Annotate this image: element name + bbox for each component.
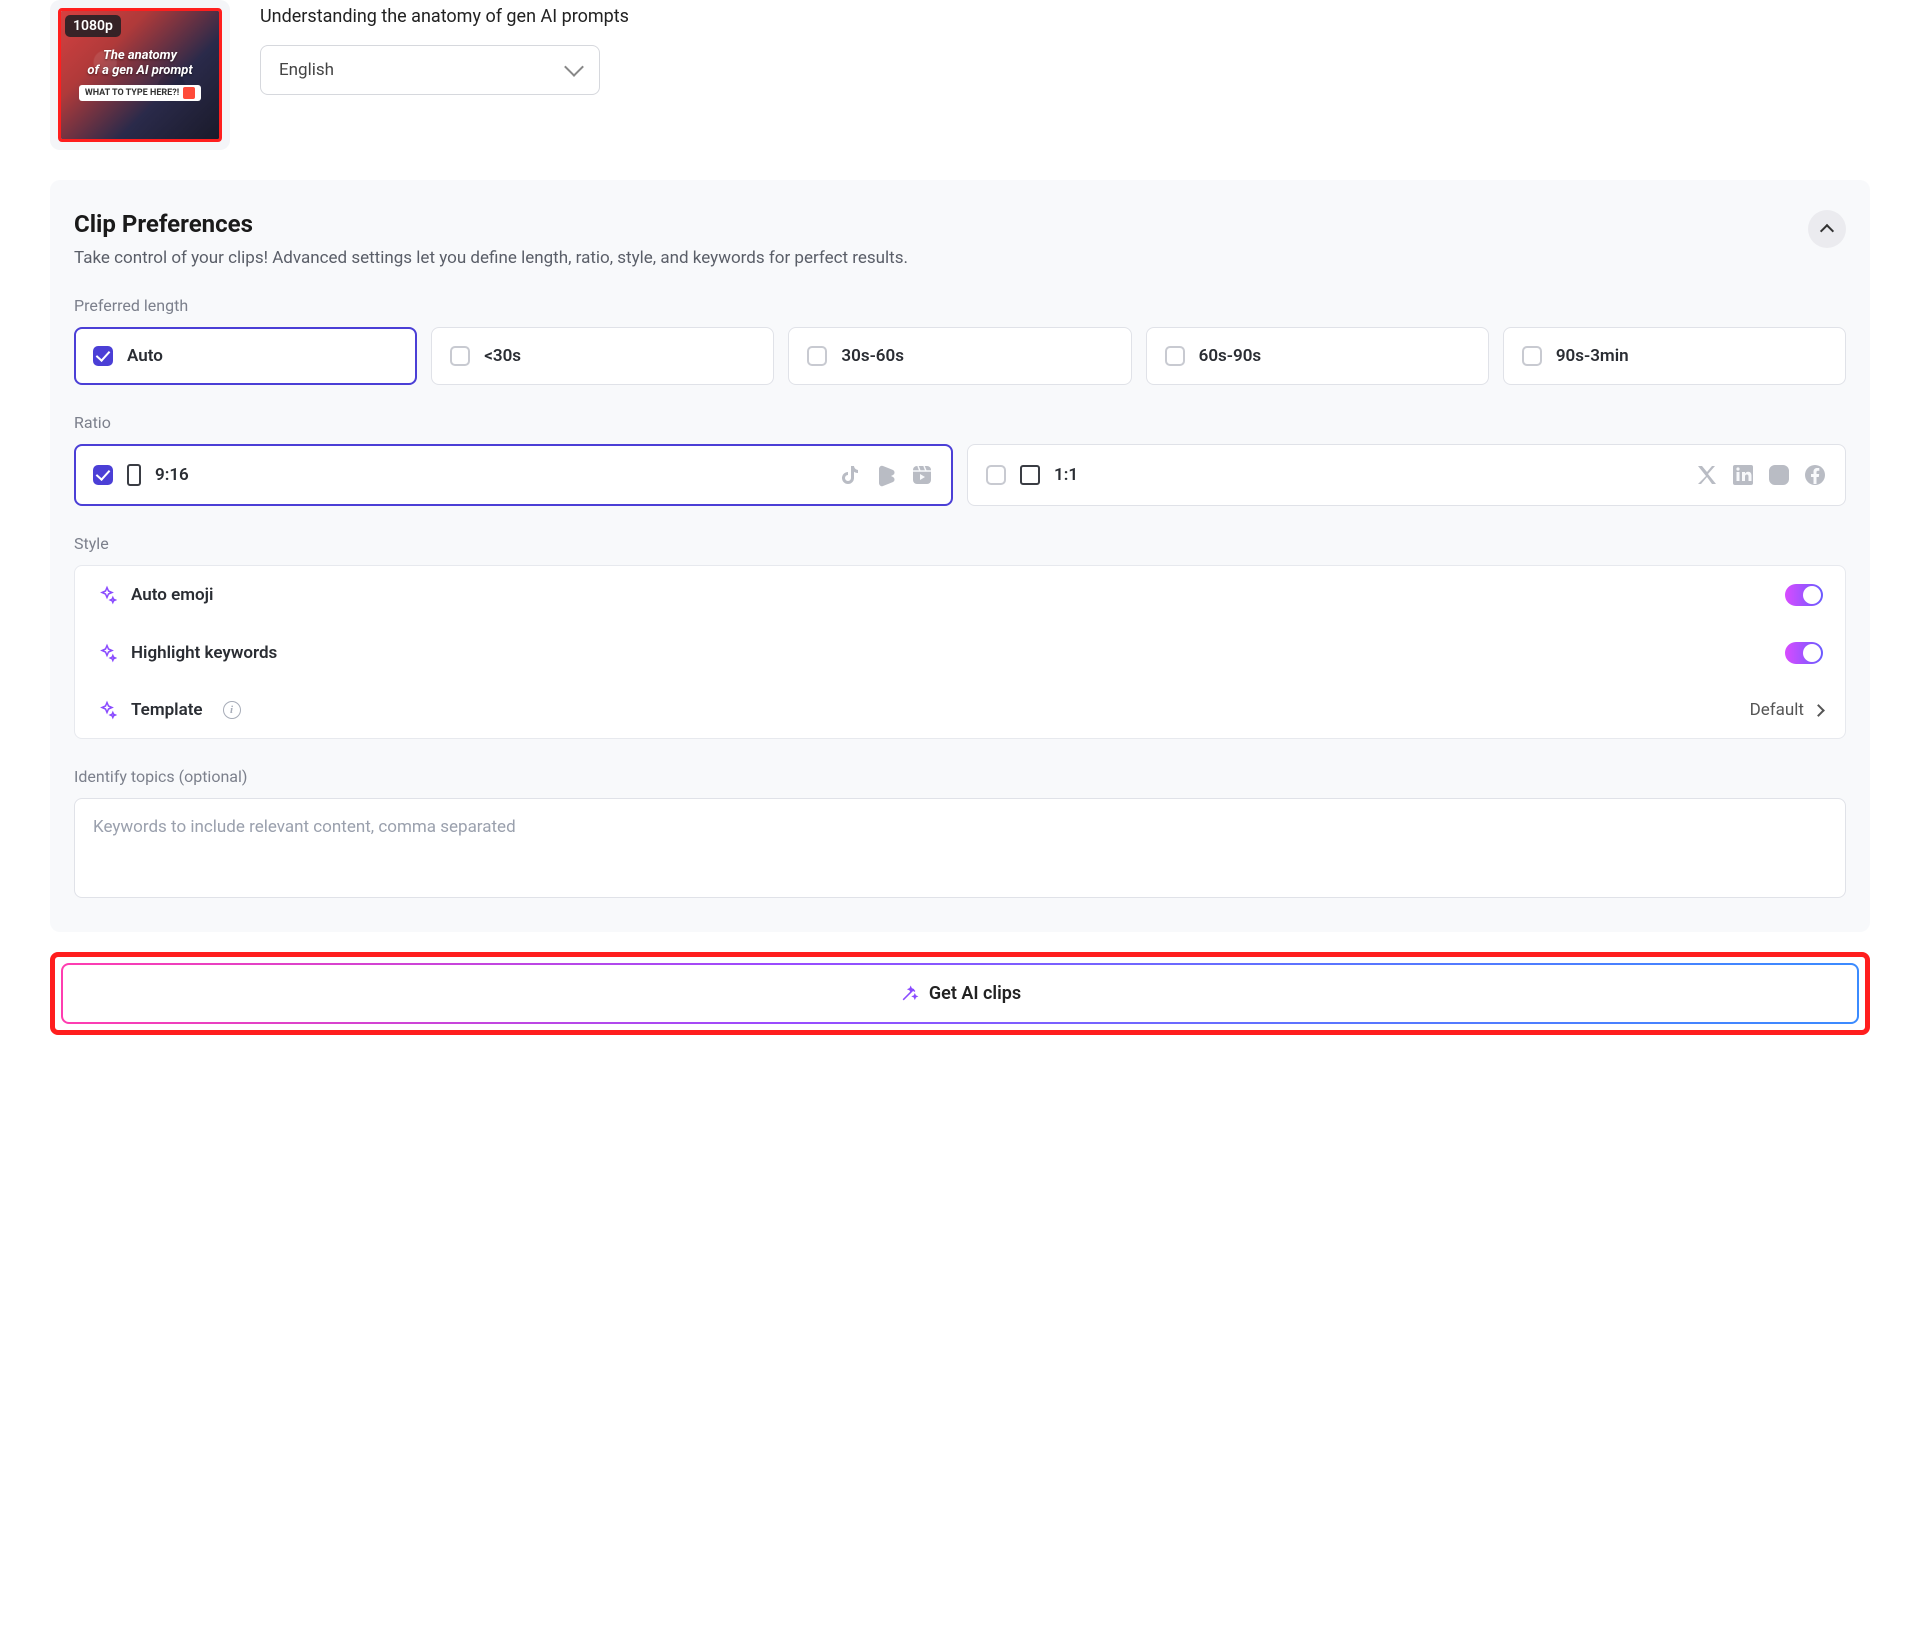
length-option-label: 30s-60s [841,346,904,366]
style-label-template: Template [131,700,203,720]
style-row-template: Template i Default [75,682,1845,738]
square-ratio-icon [1020,465,1040,485]
ratio-label: Ratio [74,413,1846,432]
preferred-length-options: Auto <30s 30s-60s 60s-90s 90s-3min [74,327,1846,385]
highlight-keywords-toggle[interactable] [1785,642,1823,664]
sparkle-icon [97,643,117,663]
template-value: Default [1750,700,1804,720]
video-title: Understanding the anatomy of gen AI prom… [260,6,1870,27]
ratio-option-1-1[interactable]: 1:1 [967,444,1846,506]
style-options: Auto emoji Highlight keywords Template i… [74,565,1846,739]
length-option-auto[interactable]: Auto [74,327,417,385]
language-select[interactable]: English [260,45,600,95]
info-icon[interactable]: i [223,701,241,719]
clip-preferences-card: Clip Preferences Take control of your cl… [50,180,1870,932]
sparkle-icon [97,585,117,605]
video-thumbnail[interactable]: 1080p The anatomy of a gen AI prompt WHA… [58,8,222,142]
style-label-auto-emoji: Auto emoji [131,585,213,605]
checkbox-icon [450,346,470,366]
length-option-label: 90s-3min [1556,346,1629,366]
get-ai-clips-button[interactable]: Get AI clips [61,963,1859,1024]
preferred-length-label: Preferred length [74,296,1846,315]
checkbox-icon [1165,346,1185,366]
checkbox-icon [986,465,1006,485]
ratio-option-label: 1:1 [1054,465,1078,485]
shorts-icon [874,463,898,487]
collapse-button[interactable] [1808,210,1846,248]
topics-input[interactable] [74,798,1846,898]
chevron-up-icon [1820,224,1834,238]
ratio-options: 9:16 1:1 [74,444,1846,506]
resolution-badge: 1080p [65,15,121,37]
checkbox-icon [807,346,827,366]
length-option-label: 60s-90s [1199,346,1262,366]
auto-emoji-toggle[interactable] [1785,584,1823,606]
portrait-ratio-icon [127,464,141,486]
length-option-90-3m[interactable]: 90s-3min [1503,327,1846,385]
x-twitter-icon [1695,463,1719,487]
chevron-right-icon [1812,704,1825,717]
checkbox-checked-icon [93,346,113,366]
clip-preferences-heading: Clip Preferences [74,210,908,238]
cta-highlight-wrapper: Get AI clips [50,952,1870,1035]
length-option-30-60[interactable]: 30s-60s [788,327,1131,385]
style-row-highlight-keywords: Highlight keywords [75,624,1845,682]
length-option-60-90[interactable]: 60s-90s [1146,327,1489,385]
magic-wand-icon [899,984,919,1004]
linkedin-icon [1731,463,1755,487]
cta-label: Get AI clips [929,983,1021,1004]
identify-topics-label: Identify topics (optional) [74,767,1846,786]
style-row-auto-emoji: Auto emoji [75,566,1845,624]
chevron-down-icon [564,57,584,77]
checkbox-checked-icon [93,465,113,485]
facebook-icon [1803,463,1827,487]
sparkle-icon [97,700,117,720]
checkbox-icon [1522,346,1542,366]
language-selected-value: English [279,60,334,80]
style-label-highlight-keywords: Highlight keywords [131,643,277,663]
instagram-icon [1767,463,1791,487]
video-thumbnail-panel: 1080p The anatomy of a gen AI prompt WHA… [50,0,230,150]
reels-icon [910,463,934,487]
length-option-label: <30s [484,346,521,366]
length-option-label: Auto [127,346,163,366]
template-select[interactable]: Default [1750,700,1823,720]
length-option-lt30[interactable]: <30s [431,327,774,385]
style-section-label: Style [74,534,1846,553]
clip-preferences-subheading: Take control of your clips! Advanced set… [74,248,908,268]
ratio-option-9-16[interactable]: 9:16 [74,444,953,506]
tiktok-icon [838,463,862,487]
ratio-option-label: 9:16 [155,465,189,485]
